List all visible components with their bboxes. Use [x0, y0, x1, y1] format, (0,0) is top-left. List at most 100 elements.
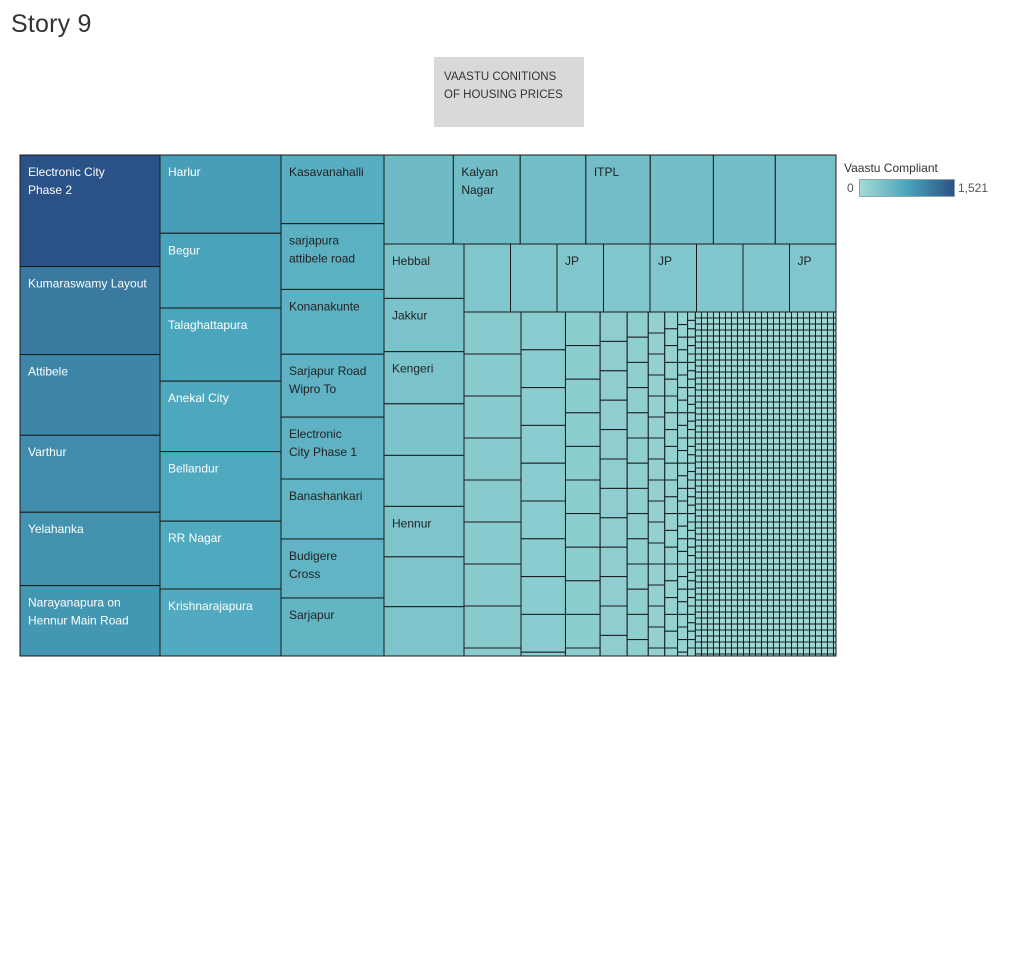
treemap-cell[interactable] — [730, 587, 738, 595]
treemap-cell[interactable] — [736, 431, 744, 439]
treemap-cell[interactable] — [742, 497, 750, 505]
treemap-cell[interactable] — [820, 629, 828, 637]
treemap-cell[interactable] — [820, 341, 828, 349]
treemap-cell[interactable] — [832, 437, 837, 445]
treemap-cell[interactable] — [712, 497, 720, 505]
treemap-cell[interactable] — [832, 605, 837, 613]
treemap-cell[interactable] — [772, 425, 780, 433]
treemap-cell[interactable] — [677, 324, 689, 338]
treemap-cell[interactable] — [772, 419, 780, 427]
treemap-cell[interactable] — [664, 378, 679, 397]
treemap-cell[interactable] — [754, 335, 762, 343]
treemap-cell[interactable] — [832, 407, 837, 415]
treemap-cell[interactable] — [778, 599, 786, 607]
treemap-cell[interactable] — [814, 551, 822, 559]
treemap-cell[interactable] — [647, 437, 666, 460]
treemap-cell[interactable] — [664, 395, 679, 414]
treemap-cell[interactable] — [706, 389, 714, 397]
treemap-cell[interactable] — [694, 503, 702, 511]
treemap-cell[interactable] — [724, 431, 732, 439]
treemap-cell[interactable] — [772, 641, 780, 649]
treemap-cell[interactable] — [772, 587, 780, 595]
treemap-cell[interactable] — [383, 454, 465, 507]
treemap-cell[interactable] — [736, 335, 744, 343]
treemap-cell[interactable] — [730, 461, 738, 469]
treemap-cell[interactable] — [826, 587, 834, 595]
treemap-cell[interactable] — [700, 539, 708, 547]
treemap-cell[interactable] — [730, 323, 738, 331]
treemap-cell[interactable] — [820, 569, 828, 577]
treemap-cell[interactable] — [694, 461, 702, 469]
treemap-cell[interactable] — [742, 437, 750, 445]
treemap-cell[interactable] — [736, 419, 744, 427]
treemap-cell[interactable] — [808, 617, 816, 625]
treemap-cell[interactable] — [826, 365, 834, 373]
treemap-cell[interactable] — [826, 551, 834, 559]
treemap-cell[interactable] — [796, 533, 804, 541]
treemap-cell[interactable] — [730, 455, 738, 463]
treemap-cell[interactable] — [718, 431, 726, 439]
treemap-cell[interactable] — [832, 611, 837, 619]
treemap-cell[interactable] — [772, 515, 780, 523]
treemap-cell[interactable] — [700, 407, 708, 415]
treemap-cell[interactable] — [718, 455, 726, 463]
treemap-cell[interactable] — [754, 563, 762, 571]
treemap-cell[interactable] — [778, 611, 786, 619]
treemap-cell[interactable] — [742, 587, 750, 595]
treemap-cell[interactable] — [778, 425, 786, 433]
treemap-cell[interactable] — [730, 641, 738, 649]
treemap-cell[interactable] — [736, 545, 744, 553]
treemap-cell[interactable] — [730, 635, 738, 643]
treemap-cell[interactable] — [706, 569, 714, 577]
treemap-cell[interactable] — [677, 576, 689, 590]
treemap-cell[interactable] — [790, 341, 798, 349]
treemap-cell[interactable] — [808, 581, 816, 589]
treemap-cell[interactable] — [730, 551, 738, 559]
treemap-cell[interactable] — [736, 467, 744, 475]
treemap-cell[interactable] — [748, 491, 756, 499]
treemap-cell[interactable] — [742, 443, 750, 451]
treemap-cell[interactable] — [742, 611, 750, 619]
treemap-cell[interactable] — [820, 377, 828, 385]
treemap-cell[interactable] — [784, 407, 792, 415]
treemap-cell[interactable] — [463, 563, 522, 607]
treemap-cell[interactable] — [826, 617, 834, 625]
treemap-cell[interactable] — [790, 455, 798, 463]
treemap-cell[interactable] — [802, 401, 810, 409]
treemap-cell[interactable] — [796, 509, 804, 517]
treemap-cell[interactable] — [724, 311, 732, 319]
treemap-cell[interactable] — [724, 365, 732, 373]
treemap-cell[interactable] — [808, 485, 816, 493]
treemap-cell[interactable] — [826, 641, 834, 649]
treemap-cell[interactable] — [687, 639, 696, 649]
treemap-cell[interactable] — [778, 329, 786, 337]
treemap-cell[interactable] — [790, 521, 798, 529]
treemap-cell[interactable] — [796, 599, 804, 607]
treemap-cell[interactable] — [724, 509, 732, 517]
treemap-cell[interactable] — [784, 377, 792, 385]
treemap-cell[interactable] — [520, 349, 566, 389]
treemap-cell[interactable] — [814, 641, 822, 649]
treemap-cell[interactable] — [677, 639, 689, 653]
treemap-cell[interactable] — [694, 605, 702, 613]
treemap-cell[interactable] — [748, 443, 756, 451]
treemap-cell[interactable] — [687, 353, 696, 363]
treemap-cell[interactable] — [832, 509, 837, 517]
treemap-cell[interactable] — [647, 416, 666, 439]
treemap-cell[interactable] — [802, 617, 810, 625]
treemap-cell[interactable] — [712, 593, 720, 601]
treemap-cell[interactable] — [814, 323, 822, 331]
treemap-cell[interactable] — [808, 539, 816, 547]
treemap-cell[interactable] — [790, 419, 798, 427]
treemap-cell[interactable] — [687, 378, 696, 389]
treemap-cell[interactable] — [712, 473, 720, 481]
treemap-cell[interactable] — [826, 647, 834, 655]
treemap-cell[interactable] — [694, 473, 702, 481]
treemap-cell[interactable] — [766, 575, 774, 583]
treemap-cell[interactable] — [742, 599, 750, 607]
treemap-cell[interactable] — [796, 539, 804, 547]
treemap-cell[interactable] — [832, 575, 837, 583]
treemap-cell[interactable] — [700, 509, 708, 517]
treemap-cell[interactable] — [754, 623, 762, 631]
treemap-cell[interactable] — [802, 527, 810, 535]
